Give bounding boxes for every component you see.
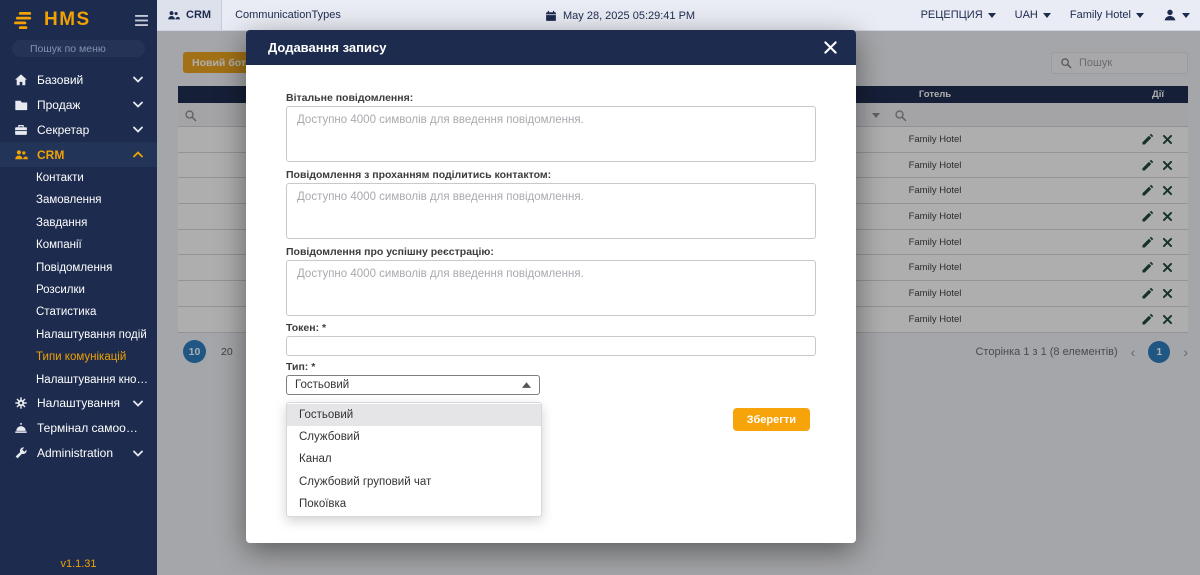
chevron-down-icon (133, 450, 143, 457)
menu-search-placeholder: Пошук по меню (30, 43, 106, 55)
person-icon (1163, 8, 1177, 22)
crm-users-icon (167, 9, 180, 22)
chevron-down-icon (133, 101, 143, 108)
type-dropdown-list: ГостьовийСлужбовийКаналСлужбовий групови… (286, 402, 542, 517)
caret-down-icon (1043, 13, 1051, 18)
chevron-down-icon (133, 76, 143, 83)
sidebar-subitem[interactable]: Типи комунікацій (0, 346, 157, 368)
logo-row: HMS (0, 0, 157, 31)
reception-dropdown[interactable]: РЕЦЕПЦИЯ (921, 9, 996, 21)
registration-message-textarea[interactable] (286, 260, 816, 316)
hms-logo-text: HMS (44, 9, 91, 31)
sidebar-subitem[interactable]: Замовлення (0, 189, 157, 211)
sidebar-item[interactable]: CRM (0, 142, 157, 167)
breadcrumb: CommunicationTypes (222, 9, 354, 21)
gears-icon (14, 396, 28, 410)
reception-label: РЕЦЕПЦИЯ (921, 9, 983, 21)
type-select-value: Гостьовий (295, 379, 349, 391)
app-version: v1.1.31 (0, 558, 157, 570)
registration-message-label: Повідомлення про успішну реєстрацію: (286, 246, 816, 258)
sidebar-item[interactable]: Базовий (0, 67, 157, 92)
hotel-label: Family Hotel (1070, 9, 1131, 21)
module-tab-crm[interactable]: CRM (157, 0, 222, 30)
topbar-right: РЕЦЕПЦИЯ UAH Family Hotel (921, 8, 1200, 22)
type-option[interactable]: Покоївка (287, 493, 541, 515)
modal-title: Додавання запису (268, 40, 386, 55)
type-option[interactable]: Службовий груповий чат (287, 471, 541, 493)
chevron-down-icon (133, 400, 143, 407)
share-contact-textarea[interactable] (286, 183, 816, 239)
chevron-down-icon (133, 126, 143, 133)
datetime-label: May 28, 2025 05:29:41 PM (563, 10, 695, 22)
module-tab-label: CRM (186, 9, 211, 21)
modal-body: Вітальне повідомлення: Повідомлення з пр… (246, 92, 856, 395)
sidebar-nav: БазовийПродажСекретарCRMКонтактиЗамовлен… (0, 67, 157, 466)
token-input[interactable] (286, 336, 816, 356)
app-window: CRM CommunicationTypes May 28, 2025 05:2… (0, 0, 1200, 575)
hotel-dropdown[interactable]: Family Hotel (1070, 9, 1144, 21)
sidebar-subitem[interactable]: Завдання (0, 212, 157, 234)
sidebar-item[interactable]: Налаштування (0, 391, 157, 416)
top-bar: CRM CommunicationTypes May 28, 2025 05:2… (157, 0, 1200, 31)
chevron-up-icon (133, 151, 143, 158)
sidebar-subitem[interactable]: Контакти (0, 167, 157, 189)
hamburger-menu-icon[interactable] (135, 15, 148, 26)
calendar-icon (545, 10, 557, 22)
sidebar-item[interactable]: Administration (0, 441, 157, 466)
type-option[interactable]: Гостьовий (287, 404, 541, 426)
caret-down-icon (988, 13, 996, 18)
home-icon (14, 73, 28, 87)
modal-header: Додавання запису (246, 30, 856, 65)
briefcase-icon (14, 123, 28, 137)
sidebar-subitem[interactable]: Налаштування подій (0, 324, 157, 346)
menu-search-input[interactable]: Пошук по меню (12, 40, 145, 57)
sidebar-item[interactable]: Секретар (0, 117, 157, 142)
sidebar: HMS Пошук по меню БазовийПродажСекретарC… (0, 0, 157, 575)
add-record-modal: Додавання запису Вітальне повідомлення: … (246, 30, 856, 543)
users-icon (14, 148, 28, 162)
type-label: Тип: * (286, 361, 816, 373)
sidebar-subitem[interactable]: Статистика (0, 301, 157, 323)
sidebar-subitem[interactable]: Розсилки (0, 279, 157, 301)
sidebar-subitem[interactable]: Компанії (0, 234, 157, 256)
token-label: Токен: * (286, 322, 816, 334)
wrench-icon (14, 446, 28, 460)
sidebar-item[interactable]: Термінал самообслуговува... (0, 416, 157, 441)
type-option[interactable]: Канал (287, 448, 541, 470)
hms-logo-icon (13, 11, 36, 30)
currency-label: UAH (1015, 9, 1038, 21)
caret-down-icon (1136, 13, 1144, 18)
save-button[interactable]: Зберегти (733, 408, 810, 431)
welcome-message-label: Вітальне повідомлення: (286, 92, 816, 104)
sales-icon (14, 98, 28, 112)
type-select[interactable]: Гостьовий (286, 375, 540, 395)
sidebar-subitem[interactable]: Повідомлення (0, 257, 157, 279)
caret-up-icon (522, 382, 531, 388)
sidebar-subitem[interactable]: Налаштування кнопок бо... (0, 369, 157, 391)
type-option[interactable]: Службовий (287, 426, 541, 448)
share-contact-label: Повідомлення з проханням поділитись конт… (286, 169, 816, 181)
welcome-message-textarea[interactable] (286, 106, 816, 162)
caret-down-icon (1182, 13, 1190, 18)
bell-icon (14, 421, 28, 435)
close-icon[interactable] (823, 40, 838, 55)
datetime-display[interactable]: May 28, 2025 05:29:41 PM (545, 0, 695, 31)
user-account-dropdown[interactable] (1163, 8, 1190, 22)
sidebar-item[interactable]: Продаж (0, 92, 157, 117)
currency-dropdown[interactable]: UAH (1015, 9, 1051, 21)
